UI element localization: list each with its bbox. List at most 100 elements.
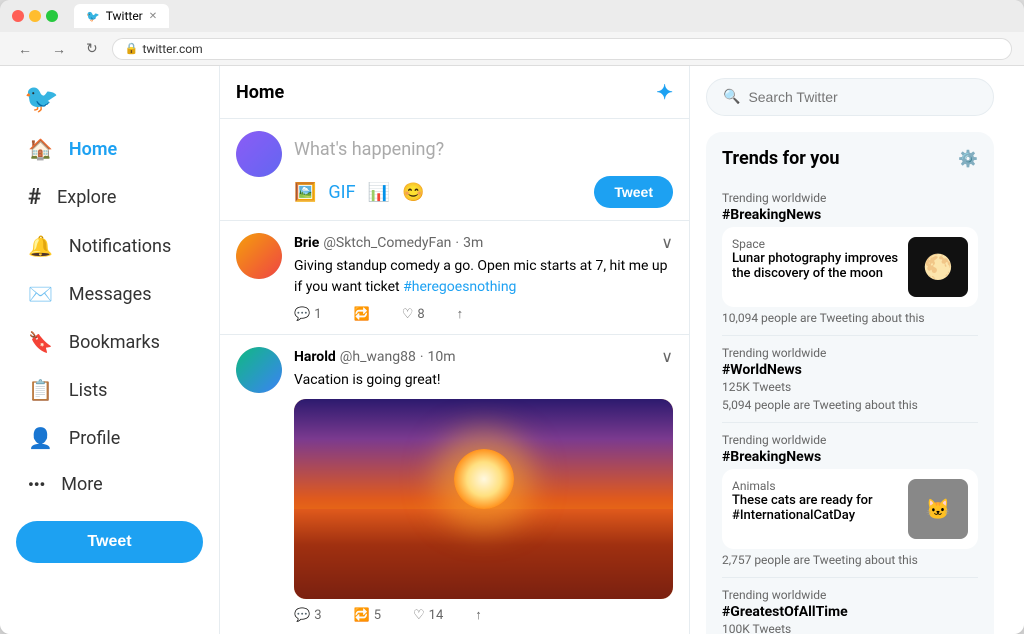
- tweet-name: Harold: [294, 349, 336, 365]
- refresh-button[interactable]: ↻: [80, 38, 104, 59]
- tweet-time: 10m: [428, 349, 456, 365]
- trend-worldwide: Trending worldwide: [722, 346, 978, 360]
- sparkle-icon[interactable]: ✦: [656, 80, 673, 104]
- sidebar-label-profile: Profile: [69, 428, 120, 449]
- tweet-more-icon[interactable]: ∨: [661, 233, 673, 252]
- url-bar[interactable]: 🔒 twitter.com: [112, 38, 1012, 60]
- reply-button[interactable]: 💬 3: [294, 607, 322, 623]
- tweet-item: Brie @Sktch_ComedyFan · 3m ∨ Giving stan…: [220, 221, 689, 335]
- trend-card-text: These cats are ready for #InternationalC…: [732, 493, 900, 523]
- moon-image: 🌕: [908, 237, 968, 297]
- feed-title: Home: [236, 82, 284, 103]
- sidebar-label-messages: Messages: [69, 284, 152, 305]
- sidebar-label-home: Home: [69, 139, 117, 160]
- search-input[interactable]: [748, 89, 977, 105]
- tweet-name: Brie: [294, 235, 319, 251]
- trend-item[interactable]: Trending worldwide #BreakingNews Animals…: [722, 423, 978, 578]
- trend-people: 5,094 people are Tweeting about this: [722, 398, 978, 412]
- trend-card-text: Lunar photography improves the discovery…: [732, 251, 900, 281]
- retweet-button[interactable]: 🔁 5: [354, 607, 382, 623]
- nav-bar: ← → ↻ 🔒 twitter.com: [0, 32, 1024, 66]
- emoji-icon[interactable]: 😊: [402, 182, 424, 203]
- compose-tweet-button[interactable]: Tweet: [594, 176, 673, 208]
- compose-placeholder[interactable]: What's happening?: [294, 131, 673, 168]
- tab-close-icon[interactable]: ✕: [149, 11, 157, 22]
- trend-image-thumb: 🌕: [908, 237, 968, 297]
- trend-people: 10,094 people are Tweeting about this: [722, 311, 978, 325]
- sidebar-item-more[interactable]: ••• More: [16, 464, 203, 505]
- hashtag-icon: #: [28, 185, 41, 210]
- list-icon: 📋: [28, 378, 53, 402]
- minimize-button[interactable]: [29, 10, 41, 22]
- gear-icon[interactable]: ⚙️: [958, 149, 978, 168]
- reply-button[interactable]: 💬 1: [294, 306, 322, 322]
- bell-icon: 🔔: [28, 234, 53, 258]
- trend-item[interactable]: Trending worldwide #WorldNews 125K Tweet…: [722, 336, 978, 423]
- trend-card: Space Lunar photography improves the dis…: [722, 227, 978, 307]
- trend-image-thumb: 🐱: [908, 479, 968, 539]
- tweet-text: Giving standup comedy a go. Open mic sta…: [294, 256, 673, 298]
- sidebar-item-profile[interactable]: 👤 Profile: [16, 416, 203, 460]
- sidebar-item-notifications[interactable]: 🔔 Notifications: [16, 224, 203, 268]
- browser-tab[interactable]: 🐦 Twitter ✕: [74, 4, 169, 28]
- poll-icon[interactable]: 📊: [368, 182, 390, 203]
- sidebar-item-explore[interactable]: # Explore: [16, 175, 203, 220]
- search-bar[interactable]: 🔍: [706, 78, 994, 116]
- tweet-handle: @Sktch_ComedyFan: [323, 235, 451, 251]
- retweet-button[interactable]: 🔁: [354, 306, 370, 322]
- more-icon: •••: [28, 475, 45, 494]
- twitter-logo: 🐦: [16, 78, 203, 119]
- feed-header: Home ✦: [220, 66, 689, 119]
- image-upload-icon[interactable]: 🖼️: [294, 182, 316, 203]
- trend-worldwide: Trending worldwide: [722, 191, 978, 205]
- tweet-link[interactable]: #heregoesnothing: [403, 279, 516, 295]
- like-button[interactable]: ♡ 14: [413, 607, 443, 623]
- trends-title: Trends for you: [722, 148, 839, 169]
- tweet-user-info: Harold @h_wang88 · 10m: [294, 349, 456, 365]
- sidebar-label-lists: Lists: [69, 380, 108, 401]
- sidebar-item-bookmarks[interactable]: 🔖 Bookmarks: [16, 320, 203, 364]
- tweet-handle: @h_wang88: [340, 349, 416, 365]
- close-button[interactable]: [12, 10, 24, 22]
- mail-icon: ✉️: [28, 282, 53, 306]
- sidebar-label-bookmarks: Bookmarks: [69, 332, 160, 353]
- compose-actions: 🖼️ GIF 📊 😊 Tweet: [294, 176, 673, 208]
- share-button[interactable]: ↑: [475, 607, 482, 623]
- back-button[interactable]: ←: [12, 39, 38, 59]
- tweet-text: Vacation is going great!: [294, 370, 673, 391]
- tweet-header: Brie @Sktch_ComedyFan · 3m ∨: [294, 233, 673, 252]
- trend-tweets: 100K Tweets: [722, 622, 978, 634]
- sidebar-item-messages[interactable]: ✉️ Messages: [16, 272, 203, 316]
- traffic-lights: [12, 10, 58, 22]
- trends-header: Trends for you ⚙️: [722, 148, 978, 169]
- sidebar-item-home[interactable]: 🏠 Home: [16, 127, 203, 171]
- lock-icon: 🔒: [125, 42, 139, 55]
- tweet-content: Brie @Sktch_ComedyFan · 3m ∨ Giving stan…: [294, 233, 673, 322]
- tweet-more-icon[interactable]: ∨: [661, 347, 673, 366]
- sidebar-item-lists[interactable]: 📋 Lists: [16, 368, 203, 412]
- tab-bar: 🐦 Twitter ✕: [74, 4, 1012, 28]
- trend-item[interactable]: Trending worldwide #GreatestOfAllTime 10…: [722, 578, 978, 634]
- cat-image: 🐱: [908, 479, 968, 539]
- tweet-actions: 💬 1 🔁 ♡ 8 ↑: [294, 306, 673, 322]
- gif-icon[interactable]: GIF: [328, 182, 355, 203]
- like-button[interactable]: ♡ 8: [402, 306, 425, 322]
- tweet-image: [294, 399, 673, 599]
- share-button[interactable]: ↑: [457, 306, 464, 322]
- trend-item[interactable]: Trending worldwide #BreakingNews Space L…: [722, 181, 978, 336]
- compose-area: What's happening? 🖼️ GIF 📊 😊 Tweet: [220, 119, 689, 221]
- maximize-button[interactable]: [46, 10, 58, 22]
- main-feed: Home ✦ What's happening? 🖼️ GIF 📊 😊: [220, 66, 690, 634]
- forward-button[interactable]: →: [46, 39, 72, 59]
- tweet-item: Harold @h_wang88 · 10m ∨ Vacation is goi…: [220, 335, 689, 634]
- sidebar-label-explore: Explore: [57, 187, 116, 208]
- twitter-app: 🐦 🏠 Home # Explore 🔔 Notifications ✉️ Me…: [0, 66, 1024, 634]
- compose-icons: 🖼️ GIF 📊 😊: [294, 182, 424, 203]
- trend-hashtag: #BreakingNews: [722, 449, 978, 465]
- trend-card-info: Space Lunar photography improves the dis…: [732, 237, 900, 281]
- title-bar: 🐦 Twitter ✕: [0, 0, 1024, 32]
- url-text: twitter.com: [142, 42, 202, 56]
- sidebar-tweet-button[interactable]: Tweet: [16, 521, 203, 563]
- trend-people: 2,757 people are Tweeting about this: [722, 553, 978, 567]
- tab-icon: 🐦: [86, 10, 100, 23]
